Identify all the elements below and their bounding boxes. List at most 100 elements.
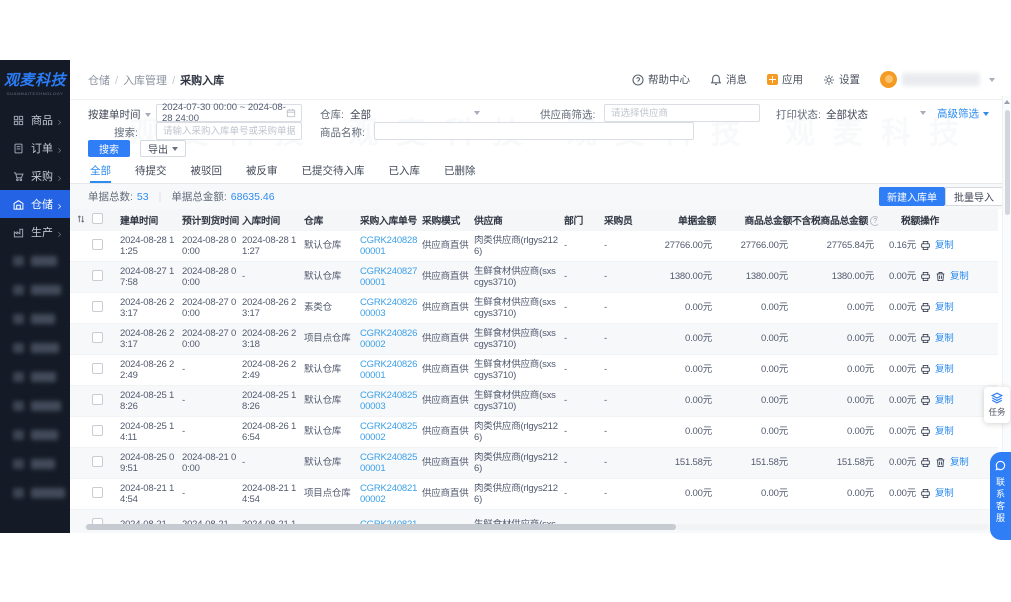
settings-button[interactable]: 设置 xyxy=(823,72,860,87)
tab-全部[interactable]: 全部 xyxy=(90,160,111,183)
tab-已提交待入库[interactable]: 已提交待入库 xyxy=(302,160,365,183)
user-menu[interactable] xyxy=(880,71,995,88)
copy-link[interactable]: 复制 xyxy=(935,364,954,375)
task-widget[interactable]: 任务 xyxy=(984,387,1010,423)
order-no-link[interactable]: CGRK24082600001 xyxy=(360,359,417,381)
tab-已入库[interactable]: 已入库 xyxy=(389,160,421,183)
cell-supplier: 生鲜食材供应商(sxscgys3710) xyxy=(474,266,564,289)
order-no-link[interactable]: CGRK24082600003 xyxy=(360,297,417,319)
order-no-link[interactable]: CGRK24082800001 xyxy=(360,235,417,257)
print-status-select[interactable]: 全部状态 xyxy=(826,107,926,122)
scroll-up-arrow-icon[interactable] xyxy=(1004,100,1010,104)
sidebar-item-blurred[interactable] xyxy=(0,304,70,333)
batch-import-button[interactable]: 批量导入 xyxy=(945,187,1003,206)
messages-button[interactable]: 消息 xyxy=(710,72,747,87)
apps-icon xyxy=(767,74,778,85)
horizontal-scrollbar-thumb[interactable] xyxy=(86,524,676,530)
row-checkbox[interactable] xyxy=(92,425,103,436)
table-row: 2024-08-27 17:582024-08-28 00:00-默认仓库CGR… xyxy=(70,262,998,293)
sidebar-item-blurred[interactable] xyxy=(0,333,70,362)
sidebar-item-订单[interactable]: 订单 xyxy=(0,134,70,162)
tab-被反审[interactable]: 被反审 xyxy=(246,160,278,183)
copy-link[interactable]: 复制 xyxy=(935,333,954,344)
order-no-link[interactable]: CGRK24082500001 xyxy=(360,452,417,474)
sidebar-item-blurred[interactable] xyxy=(0,391,70,420)
order-no-link[interactable]: CGRK24082700001 xyxy=(360,266,417,288)
row-checkbox[interactable] xyxy=(92,394,103,405)
horizontal-scrollbar[interactable] xyxy=(84,524,989,530)
copy-link[interactable]: 复制 xyxy=(935,488,954,499)
column-sort-icon[interactable] xyxy=(76,214,92,227)
print-icon[interactable] xyxy=(920,488,931,499)
apps-button[interactable]: 应用 xyxy=(767,72,803,87)
warehouse-select[interactable]: 全部 xyxy=(350,107,480,122)
delete-icon[interactable] xyxy=(935,457,946,468)
row-checkbox[interactable] xyxy=(92,301,103,312)
print-icon[interactable] xyxy=(920,333,931,344)
print-icon[interactable] xyxy=(920,364,931,375)
row-checkbox[interactable] xyxy=(92,456,103,467)
table-row: 2024-08-25 14:11-2024-08-26 16:54默认仓库CGR… xyxy=(70,417,998,448)
search-button[interactable]: 搜索 xyxy=(88,140,130,157)
copy-link[interactable]: 复制 xyxy=(950,271,969,282)
search-input[interactable] xyxy=(156,122,302,140)
chevron-down-icon xyxy=(983,112,989,116)
breadcrumb-item[interactable]: 仓储 xyxy=(88,75,110,87)
select-all-checkbox[interactable] xyxy=(92,213,103,224)
print-icon[interactable] xyxy=(920,302,931,313)
sidebar-item-生产[interactable]: 生产 xyxy=(0,218,70,246)
cell-stocked: 2024-08-28 11:27 xyxy=(242,235,304,258)
copy-link[interactable]: 复制 xyxy=(935,240,954,251)
sidebar-item-仓储[interactable]: 仓储 xyxy=(0,190,70,218)
copy-link[interactable]: 复制 xyxy=(935,302,954,313)
export-button[interactable]: 导出 xyxy=(140,140,186,157)
contact-support-widget[interactable]: 联系客服 xyxy=(990,452,1011,540)
time-type-select[interactable]: 按建单时间 xyxy=(88,107,151,122)
print-icon[interactable] xyxy=(920,457,931,468)
sidebar-item-blurred[interactable] xyxy=(0,275,70,304)
row-checkbox[interactable] xyxy=(92,363,103,374)
cell-dept: - xyxy=(564,333,604,344)
tab-已删除[interactable]: 已删除 xyxy=(444,160,476,183)
sidebar-item-blurred[interactable] xyxy=(0,362,70,391)
sidebar-item-blurred[interactable] xyxy=(0,449,70,478)
row-checkbox[interactable] xyxy=(92,332,103,343)
supplier-filter-input[interactable] xyxy=(604,104,760,122)
vertical-scrollbar-thumb[interactable] xyxy=(1005,110,1010,215)
copy-link[interactable]: 复制 xyxy=(950,457,969,468)
print-icon[interactable] xyxy=(920,240,931,251)
order-no-link[interactable]: CGRK24082600002 xyxy=(360,328,417,350)
sidebar-item-采购[interactable]: 采购 xyxy=(0,162,70,190)
order-no-link[interactable]: CGRK24082500002 xyxy=(360,421,417,443)
copy-link[interactable]: 复制 xyxy=(935,395,954,406)
print-icon[interactable] xyxy=(920,426,931,437)
date-range-value: 2024-07-30 00:00 ~ 2024-08-28 24:00 xyxy=(162,102,286,124)
delete-icon[interactable] xyxy=(935,271,946,282)
cell-no-tax-total: 151.58元 xyxy=(792,457,878,468)
sidebar-item-blurred[interactable] xyxy=(0,420,70,449)
help-center-button[interactable]: 帮助中心 xyxy=(632,72,690,87)
row-actions: 复制 xyxy=(920,302,980,313)
print-icon[interactable] xyxy=(920,395,931,406)
tab-待提交[interactable]: 待提交 xyxy=(135,160,167,183)
row-checkbox[interactable] xyxy=(92,239,103,250)
factory-icon xyxy=(13,227,31,238)
warehouse-filter-label: 仓库: xyxy=(320,107,344,122)
breadcrumb-item[interactable]: 入库管理 xyxy=(123,75,167,87)
advanced-filter-link[interactable]: 高级筛选 xyxy=(937,106,989,121)
tab-被驳回[interactable]: 被驳回 xyxy=(191,160,223,183)
order-no-link[interactable]: CGRK24082500003 xyxy=(360,390,417,412)
copy-link[interactable]: 复制 xyxy=(935,426,954,437)
total-amount-label: 单据总金额: xyxy=(171,189,226,204)
row-checkbox[interactable] xyxy=(92,487,103,498)
date-range-input[interactable]: 2024-07-30 00:00 ~ 2024-08-28 24:00 xyxy=(156,104,302,122)
sidebar-item-blurred[interactable] xyxy=(0,478,70,507)
product-name-input[interactable] xyxy=(374,122,694,140)
create-stockin-button[interactable]: 新建入库单 xyxy=(879,187,945,206)
row-checkbox[interactable] xyxy=(92,270,103,281)
order-no-link[interactable]: CGRK24082100002 xyxy=(360,483,417,505)
sidebar-item-商品[interactable]: 商品 xyxy=(0,106,70,134)
help-question-icon[interactable]: ? xyxy=(870,216,878,226)
sidebar-item-blurred[interactable] xyxy=(0,246,70,275)
print-icon[interactable] xyxy=(920,271,931,282)
